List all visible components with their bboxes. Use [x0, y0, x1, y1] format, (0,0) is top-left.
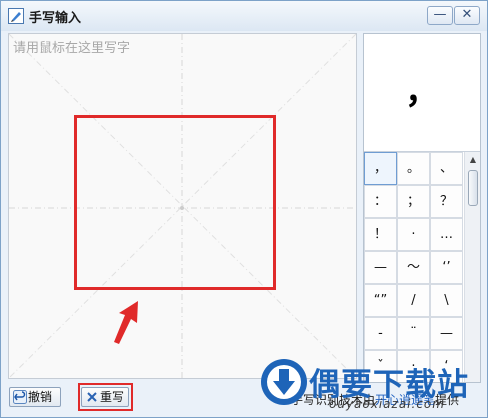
candidate-cell[interactable]: — — [364, 251, 397, 284]
download-logo-icon — [261, 359, 307, 405]
candidate-preview: ， — [364, 34, 480, 152]
candidate-cell[interactable]: “” — [364, 284, 397, 317]
candidate-cell[interactable]: ‘’ — [430, 251, 463, 284]
candidate-panel: ， ，。、：；？！ ·… — ～ ‘’ “” / \ - ¨ — ˇ · ‘ ▲ — [363, 33, 481, 383]
watermark-logo: 偶要下载站 ouyaoxiazai.com — [253, 353, 488, 419]
rewrite-highlight-box — [78, 383, 133, 411]
candidate-cell[interactable]: ： — [364, 185, 397, 218]
candidate-cell[interactable]: ¨ — [397, 317, 430, 350]
candidate-scrollbar[interactable]: ▲ — [464, 152, 480, 382]
candidate-cell[interactable]: / — [397, 284, 430, 317]
watermark-domain: ouyaoxiazai.com — [329, 397, 445, 411]
candidate-cell[interactable]: ， — [364, 152, 397, 185]
candidate-cell[interactable]: … — [430, 218, 463, 251]
handwriting-input-window: 手写输入 — ✕ 请用鼠标在这里写字 ， ，。、：；？！ ·… — ～ ‘’ “” / \ - ¨… — [0, 0, 488, 418]
candidate-cell[interactable]: \ — [430, 284, 463, 317]
candidate-cell[interactable]: 、 — [430, 152, 463, 185]
undo-button[interactable]: 撤销 — [9, 387, 61, 407]
candidate-cell[interactable]: 。 — [397, 152, 430, 185]
scroll-thumb[interactable] — [468, 170, 478, 206]
candidate-cell[interactable]: ？ — [430, 185, 463, 218]
undo-icon — [13, 390, 27, 404]
undo-label: 撤销 — [28, 390, 53, 404]
scroll-up-arrow-icon[interactable]: ▲ — [465, 152, 480, 168]
candidate-cell[interactable]: ～ — [397, 251, 430, 284]
candidate-cell[interactable]: — — [430, 317, 463, 350]
candidate-cell[interactable]: ！ — [364, 218, 397, 251]
candidate-cell[interactable]: ； — [397, 185, 430, 218]
candidate-cell[interactable]: - — [364, 317, 397, 350]
candidate-cell[interactable]: · — [397, 218, 430, 251]
preview-char: ， — [405, 72, 439, 112]
